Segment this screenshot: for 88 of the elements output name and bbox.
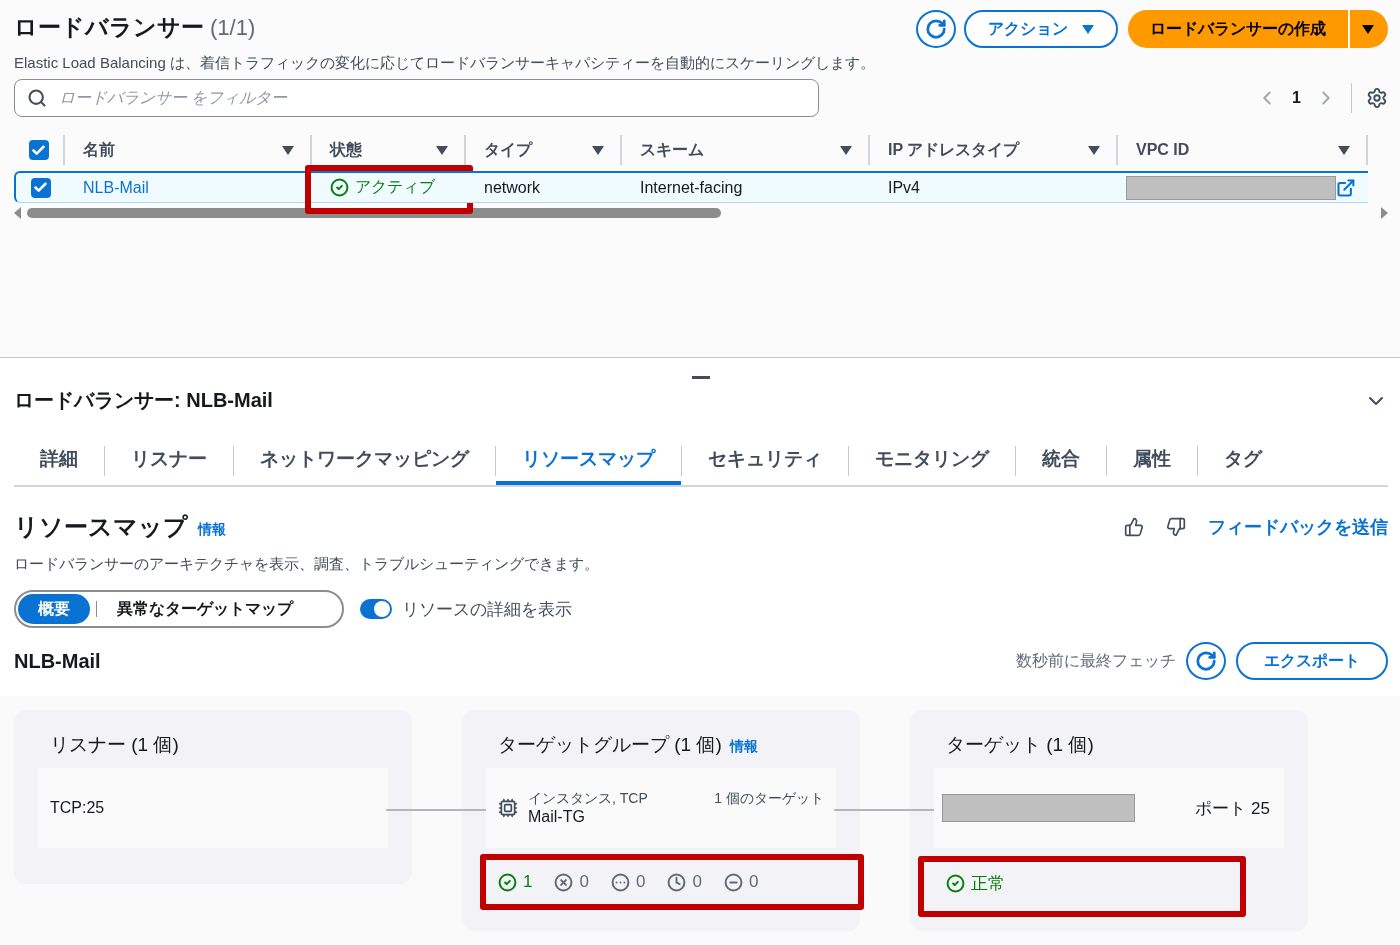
info-link[interactable]: 情報 xyxy=(729,738,758,756)
column-header[interactable]: タイプ xyxy=(484,139,532,161)
tab[interactable]: 統合 xyxy=(1016,436,1106,485)
check-circle-icon xyxy=(330,178,349,197)
section-title: リソースマップ xyxy=(14,512,188,542)
target-port: ポート 25 xyxy=(1195,797,1270,820)
scrollbar-thumb[interactable] xyxy=(27,208,721,218)
dropdown-button[interactable] xyxy=(1350,10,1388,48)
scroll-right-icon[interactable] xyxy=(1381,207,1388,219)
filter-input[interactable]: ロードバランサー をフィルター xyxy=(57,88,806,108)
target-status-count[interactable]: 1 xyxy=(498,872,533,892)
sort-icon[interactable] xyxy=(1088,145,1100,155)
table-cell: IPv4 xyxy=(888,178,920,197)
target-count: 1 個のターゲット xyxy=(714,790,824,808)
check-circle-icon xyxy=(946,874,965,893)
tab[interactable]: セキュリティ xyxy=(682,436,848,485)
column-header[interactable]: VPC ID xyxy=(1136,141,1190,159)
chip-icon xyxy=(498,798,518,818)
info-link[interactable]: 情報 xyxy=(198,521,226,539)
page-number[interactable]: 1 xyxy=(1292,89,1301,107)
caret-icon xyxy=(1082,24,1094,34)
external-link-icon[interactable] xyxy=(1336,177,1356,198)
scroll-left-icon[interactable] xyxy=(14,207,21,219)
map-title: NLB-Mail xyxy=(14,649,101,673)
tab[interactable]: リスナー xyxy=(105,436,233,485)
export-button[interactable]: エクスポート xyxy=(1236,642,1388,680)
switch-label: リソースの詳細を表示 xyxy=(402,598,572,621)
tab[interactable]: 属性 xyxy=(1107,436,1197,485)
page-title: ロードバランサー (1/1) xyxy=(14,12,256,42)
tab[interactable]: 詳細 xyxy=(14,436,104,485)
page-description: Elastic Load Balancing は、着信トラフィックの変化に応じてロードバランサーキャパシティーを自動的にスケーリングします。 xyxy=(14,54,876,73)
check-icon xyxy=(33,180,48,195)
details-title: ロードバランサー: NLB-Mail xyxy=(14,388,273,413)
view-toggle-option[interactable]: 概要 xyxy=(18,594,90,624)
select-all-checkbox[interactable] xyxy=(28,140,49,160)
view-toggle-option[interactable]: 異常なターゲットマップ xyxy=(103,594,307,624)
card-title: ターゲット (1 個) xyxy=(946,733,1094,757)
column-header[interactable]: 状態 xyxy=(330,139,362,161)
card-title: リスナー (1 個) xyxy=(50,733,179,757)
table-cell: network xyxy=(484,178,541,197)
target-group-link[interactable]: Mail-TG xyxy=(528,808,585,825)
feedback-link[interactable]: フィードバックを送信 xyxy=(1208,515,1388,539)
filter-field[interactable]: ロードバランサー をフィルター xyxy=(14,79,819,117)
column-header[interactable]: IP アドレスタイプ xyxy=(888,139,1020,161)
actions-button[interactable]: アクション xyxy=(964,10,1118,48)
tab[interactable]: リソースマップ xyxy=(496,436,681,485)
column-header[interactable]: スキーム xyxy=(640,139,704,161)
refresh-icon xyxy=(925,18,947,40)
create-button[interactable]: ロードバランサーの作成 xyxy=(1128,10,1348,48)
details-switch[interactable] xyxy=(360,599,392,619)
thumbs-up-icon[interactable] xyxy=(1124,517,1144,537)
tab[interactable]: ネットワークマッピング xyxy=(234,436,495,485)
status-icon xyxy=(667,872,687,892)
status-icon xyxy=(723,872,743,892)
settings-icon[interactable] xyxy=(1366,87,1388,109)
target-status-count[interactable]: 0 xyxy=(723,872,759,892)
tab[interactable]: モニタリング xyxy=(849,436,1015,485)
refresh-button[interactable] xyxy=(916,10,956,48)
target-status-count[interactable]: 0 xyxy=(554,872,589,892)
refresh-button[interactable] xyxy=(1186,642,1226,680)
target-group-type: インスタンス, TCP xyxy=(528,790,648,808)
resize-handle[interactable] xyxy=(692,376,710,379)
thumbs-down-icon[interactable] xyxy=(1166,517,1186,537)
caret-icon xyxy=(1362,24,1374,34)
fetch-note: 数秒前に最終フェッチ xyxy=(1016,650,1176,671)
search-icon xyxy=(27,88,47,108)
listener-item[interactable]: TCP:25 xyxy=(38,768,388,848)
status-text: アクティブ xyxy=(330,177,435,198)
target-status-count[interactable]: 0 xyxy=(667,872,702,892)
table-cell: Internet-facing xyxy=(640,178,743,197)
sort-icon[interactable] xyxy=(1338,145,1350,155)
sort-icon[interactable] xyxy=(436,145,448,155)
column-header[interactable]: 名前 xyxy=(83,139,115,161)
card-title: ターゲットグループ (1 個) xyxy=(498,733,722,757)
refresh-icon xyxy=(1195,650,1217,672)
sort-icon[interactable] xyxy=(282,145,294,155)
status-icon xyxy=(610,872,630,892)
target-status-count[interactable]: 0 xyxy=(610,872,646,892)
sort-icon[interactable] xyxy=(592,145,604,155)
target-health: 正常 xyxy=(946,872,1272,895)
status-icon xyxy=(554,872,574,892)
status-icon xyxy=(498,872,517,892)
sort-icon[interactable] xyxy=(840,145,852,155)
section-description: ロードバランサーのアーキテクチャを表示、調査、トラブルシューティングできます。 xyxy=(14,555,600,574)
load-balancer-link[interactable]: NLB-Mail xyxy=(83,178,149,197)
row-checkbox[interactable] xyxy=(30,177,51,198)
check-icon xyxy=(31,142,46,158)
tab[interactable]: タグ xyxy=(1198,436,1288,485)
